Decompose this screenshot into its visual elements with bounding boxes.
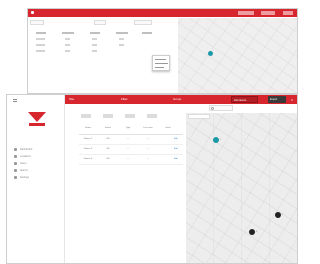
edit-link[interactable]: Edit [174,148,178,151]
sidebar-item-alarms[interactable]: Alarms [14,168,54,173]
table-cell: — [146,158,150,160]
table-cell: Device 2 [83,148,93,150]
table-cell: — [146,138,150,140]
add-device-button-label: Add device [234,99,247,102]
table-cell: Device 1 [83,138,93,140]
table-row[interactable]: Device 2 OK — — Edit [79,145,183,155]
tab-2[interactable] [103,114,113,118]
tab-1[interactable] [81,114,91,118]
sidebar-item-label: Alarms [20,169,28,172]
background-screenshot [27,8,298,94]
map-marker-label: 1 [220,139,221,141]
table-cell: Device 3 [83,158,93,160]
back-toolbar [30,20,160,26]
filter-selector[interactable]: Filter [121,97,128,102]
column-header[interactable]: Status [99,127,117,130]
table-row[interactable]: Device 3 OK — — Edit [79,155,183,165]
table-cell: — [126,148,130,150]
map-marker-icon[interactable] [249,229,255,235]
site-selector[interactable]: Site [69,97,74,102]
back-action-button-3[interactable] [283,11,293,15]
back-filter-chip[interactable] [30,20,44,25]
tab-4[interactable] [147,114,157,118]
device-list-panel: Name Status Type Last seen Value Device … [67,113,183,263]
edit-link[interactable]: Edit [174,158,178,161]
sidebar-item-dashboard[interactable]: Dashboard [14,147,54,152]
table-row[interactable]: Device 1 OK — — Edit [79,135,183,145]
table-cell: OK [106,148,110,150]
brand-logo [28,112,46,127]
sub-toolbar [65,105,297,111]
map-marker-icon[interactable] [213,137,219,143]
back-table [34,31,158,55]
dashboard-icon [14,148,17,151]
column-header[interactable]: Name [79,127,97,130]
close-icon[interactable]: × [291,97,293,102]
edit-link[interactable]: Edit [174,138,178,141]
sidebar-item-settings[interactable]: Settings [14,175,54,180]
hamburger-menu-icon[interactable] [13,99,17,102]
location-icon [14,155,17,158]
sidebar-item-label: Locations [20,155,31,158]
map-toolbar[interactable] [188,114,210,119]
alarm-icon [14,169,17,172]
back-logo-icon [31,11,34,14]
table-cell: OK [106,158,110,160]
sidebar-item-label: Users [20,162,27,165]
table-cell: — [146,148,150,150]
map-marker-label: 3 [256,231,257,233]
foreground-screenshot: Dashboard Locations Users Alarms Setting… [6,94,298,264]
back-header-bar [28,9,297,17]
table-cell: OK [106,138,110,140]
back-map-marker-icon[interactable] [208,51,213,56]
back-table-row[interactable] [34,49,158,55]
back-filter-chip-2[interactable] [94,20,106,25]
table-cell: — [126,138,130,140]
gear-icon [14,176,17,179]
sidebar-item-locations[interactable]: Locations [14,154,54,159]
add-device-button[interactable]: Add device [231,96,258,103]
tab-3[interactable] [125,114,135,118]
sidebar-item-label: Dashboard [20,148,33,151]
back-map[interactable] [178,18,297,93]
map-view[interactable]: 1 2 3 [186,113,297,263]
map-marker-icon[interactable] [275,212,281,218]
back-action-button-2[interactable] [261,11,275,15]
search-icon [211,107,214,110]
column-header[interactable]: Value [159,127,177,130]
export-button-label: Export [270,98,278,101]
table-cell: — [126,158,130,160]
sidebar: Dashboard Locations Users Alarms Setting… [7,95,65,263]
column-header[interactable]: Last seen [139,127,157,130]
sidebar-item-label: Settings [20,176,30,179]
device-table: Name Status Type Last seen Value Device … [79,125,183,165]
export-button[interactable]: Export [268,96,286,103]
table-header: Name Status Type Last seen Value [79,125,183,135]
back-dropdown-popup[interactable] [152,55,170,71]
search-input[interactable] [209,105,233,111]
back-action-button[interactable] [238,11,254,15]
group-selector[interactable]: Group [173,97,181,102]
back-search-input[interactable] [134,20,152,25]
column-header[interactable]: Type [119,127,137,130]
header-bar: Site Filter Group Add device Export × [65,95,297,104]
sidebar-item-users[interactable]: Users [14,161,54,166]
users-icon [14,162,17,165]
map-marker-label: 2 [282,214,283,216]
